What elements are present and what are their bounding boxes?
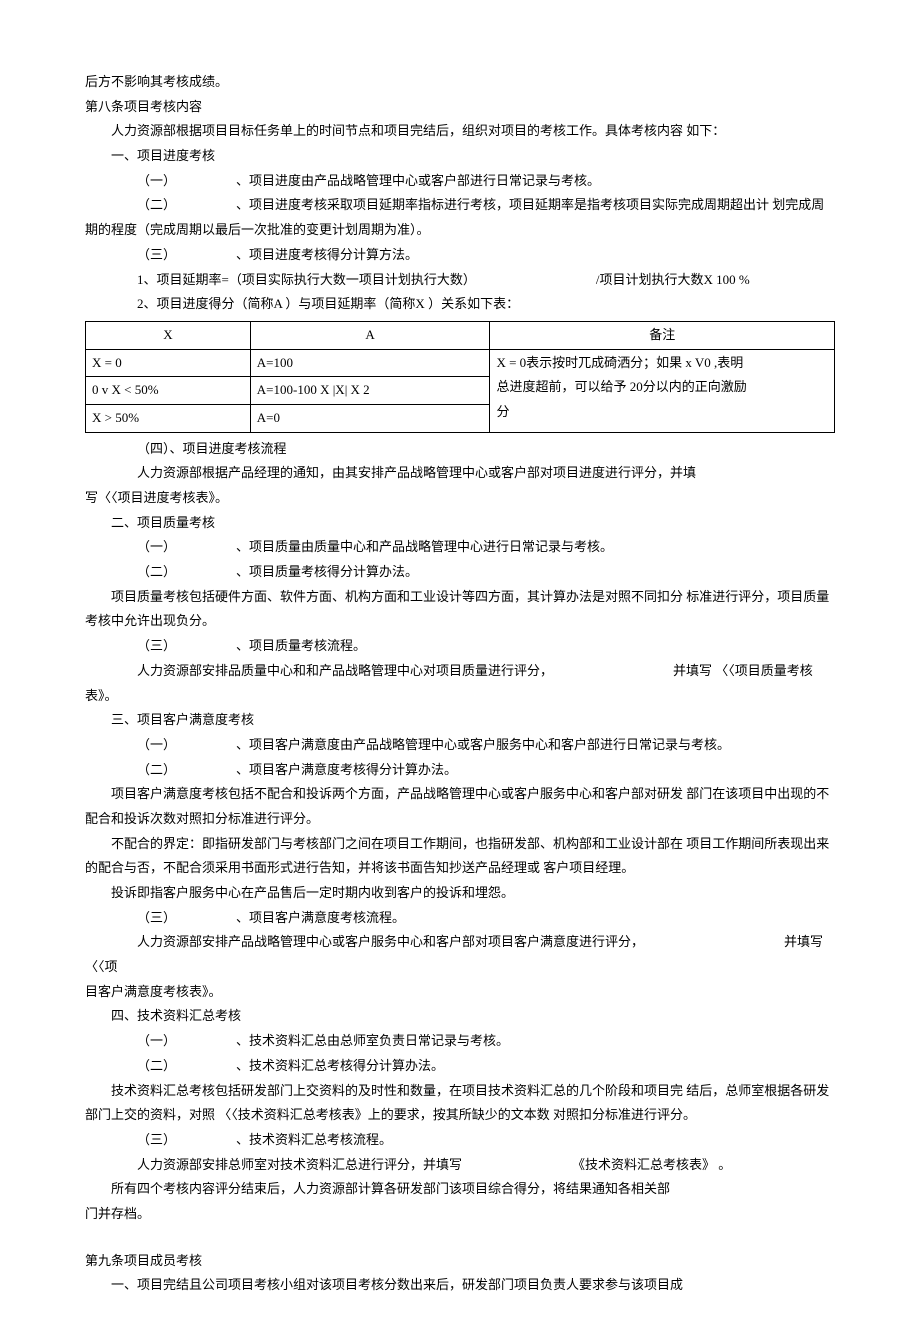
item-num: （三）: [137, 1132, 176, 1147]
list-item: （三） 、项目客户满意度考核流程。: [85, 906, 835, 931]
item-num: （一）: [137, 173, 176, 188]
list-item: 2、项目进度得分（简称A ）与项目延期率（简称X ）关系如下表：: [85, 292, 835, 317]
list-item: （四）、项目进度考核流程: [85, 437, 835, 462]
item-num: （二）: [137, 564, 176, 579]
paragraph: 写〈〈项目进度考核表》。: [85, 486, 835, 511]
item-text: 、项目进度由产品战略管理中心或客户部进行日常记录与考核。: [236, 173, 600, 188]
item-text: 、项目质量考核得分计算办法。: [236, 564, 418, 579]
item-text: 、项目质量考核流程。: [236, 638, 366, 653]
paragraph: 后方不影响其考核成绩。: [85, 70, 835, 95]
heading-section-1: 一、项目进度考核: [85, 144, 835, 169]
paragraph: 人力资源部安排总师室对技术资料汇总进行评分，并填写 《技术资料汇总考核表》 。: [85, 1153, 835, 1178]
text-part: 人力资源部安排品质量中心和和产品战略管理中心对项目质量进行评分，: [137, 663, 553, 678]
list-item: 1、项目延期率=（项目实际执行大数一项目计划执行大数） /项目计划执行大数X 10…: [85, 268, 835, 293]
paragraph: 人力资源部安排产品战略管理中心或客户服务中心和客户部对项目客户满意度进行评分，并…: [85, 930, 835, 979]
table-cell: A=100-100 X |X| X 2: [250, 377, 490, 405]
table-cell: X > 50%: [86, 404, 251, 432]
item-text: 、项目进度考核采取项目延期率指标进行考核，项目延期率是指考核项目实际完成周期超出…: [85, 197, 824, 237]
item-num: （一）: [137, 737, 176, 752]
paragraph: 项目质量考核包括硬件方面、软件方面、机构方面和工业设计等四方面，其计算办法是对照…: [85, 585, 835, 634]
item-text-2: /项目计划执行大数X 100 %: [596, 272, 750, 287]
text-part: 人力资源部安排总师室对技术资料汇总进行评分，并填写: [137, 1157, 462, 1172]
note-line: 分: [496, 400, 828, 425]
paragraph: 项目客户满意度考核包括不配合和投诉两个方面，产品战略管理中心或客户服务中心和客户…: [85, 782, 835, 831]
paragraph: 人力资源部根据项目目标任务单上的时间节点和项目完结后，组织对项目的考核工作。具体…: [85, 119, 835, 144]
heading-section-4: 四、技术资料汇总考核: [85, 1004, 835, 1029]
heading-section-2: 二、项目质量考核: [85, 511, 835, 536]
item-text: 项目进度得分（简称A ）与项目延期率（简称X ）关系如下表：: [157, 296, 520, 311]
item-text: 、项目质量由质量中心和产品战略管理中心进行日常记录与考核。: [236, 539, 613, 554]
item-num: （二）: [137, 1058, 176, 1073]
list-item: （一） 、项目进度由产品战略管理中心或客户部进行日常记录与考核。: [85, 169, 835, 194]
item-num: （三）: [137, 247, 176, 262]
list-item: （三） 、项目质量考核流程。: [85, 634, 835, 659]
score-table: X A 备注 X = 0 A=100 X = 0表示按时兀成碕洒分；如果 x V…: [85, 321, 835, 433]
list-item: （一） 、项目质量由质量中心和产品战略管理中心进行日常记录与考核。: [85, 535, 835, 560]
table-header-row: X A 备注: [86, 321, 835, 349]
paragraph: 技术资料汇总考核包括研发部门上交资料的及时性和数量，在项目技术资料汇总的几个阶段…: [85, 1079, 835, 1128]
item-num: （一）: [137, 1033, 176, 1048]
item-num: （三）: [137, 910, 176, 925]
paragraph: 一、项目完结且公司项目考核小组对该项目考核分数出来后，研发部门项目负责人要求参与…: [85, 1273, 835, 1298]
item-text: 、技术资料汇总由总师室负责日常记录与考核。: [236, 1033, 509, 1048]
item-text: 、项目客户满意度考核流程。: [236, 910, 405, 925]
paragraph: 人力资源部安排品质量中心和和产品战略管理中心对项目质量进行评分，并填写 〈〈项目…: [85, 659, 835, 708]
item-num: （二）: [137, 762, 176, 777]
table-row: X = 0 A=100 X = 0表示按时兀成碕洒分；如果 x V0 ,表明 总…: [86, 349, 835, 377]
paragraph: 目客户满意度考核表》。: [85, 980, 835, 1005]
item-text: 、项目客户满意度考核得分计算办法。: [236, 762, 457, 777]
note-line: 总进度超前，可以给予 20分以内的正向激励: [496, 375, 828, 400]
paragraph: 门并存档。: [85, 1202, 835, 1227]
heading-article-8: 第八条项目考核内容: [85, 95, 835, 120]
list-item: （二） 、技术资料汇总考核得分计算办法。: [85, 1054, 835, 1079]
text-part: 人力资源部安排产品战略管理中心或客户服务中心和客户部对项目客户满意度进行评分，: [137, 934, 644, 949]
heading-article-9: 第九条项目成员考核: [85, 1249, 835, 1274]
text-part: 《技术资料汇总考核表》 。: [572, 1157, 731, 1172]
list-item: （二）、项目进度考核采取项目延期率指标进行考核，项目延期率是指考核项目实际完成周…: [85, 193, 835, 242]
list-item: （二） 、项目质量考核得分计算办法。: [85, 560, 835, 585]
table-cell: 0 v X < 50%: [86, 377, 251, 405]
list-item: （三） 、技术资料汇总考核流程。: [85, 1128, 835, 1153]
table-cell-note: X = 0表示按时兀成碕洒分；如果 x V0 ,表明 总进度超前，可以给予 20…: [490, 349, 835, 432]
item-num: （三）: [137, 638, 176, 653]
item-num: （二）: [137, 197, 176, 212]
table-cell: A=0: [250, 404, 490, 432]
table-header: 备注: [490, 321, 835, 349]
list-item: （一） 、项目客户满意度由产品战略管理中心或客户服务中心和客户部进行日常记录与考核…: [85, 733, 835, 758]
paragraph: 人力资源部根据产品经理的通知，由其安排产品战略管理中心或客户部对项目进度进行评分…: [85, 461, 835, 486]
table-cell: X = 0: [86, 349, 251, 377]
table-header: A: [250, 321, 490, 349]
item-text: 、技术资料汇总考核流程。: [236, 1132, 392, 1147]
item-text: 、项目客户满意度由产品战略管理中心或客户服务中心和客户部进行日常记录与考核。: [236, 737, 730, 752]
item-num: （一）: [137, 539, 176, 554]
item-text: 、技术资料汇总考核得分计算办法。: [236, 1058, 444, 1073]
list-item: （二） 、项目客户满意度考核得分计算办法。: [85, 758, 835, 783]
list-item: （一） 、技术资料汇总由总师室负责日常记录与考核。: [85, 1029, 835, 1054]
list-item: （三） 、项目进度考核得分计算方法。: [85, 243, 835, 268]
paragraph: 投诉即指客户服务中心在产品售后一定时期内收到客户的投诉和埋怨。: [85, 881, 835, 906]
table-cell: A=100: [250, 349, 490, 377]
item-text: 、项目进度考核得分计算方法。: [236, 247, 418, 262]
table-header: X: [86, 321, 251, 349]
heading-section-3: 三、项目客户满意度考核: [85, 708, 835, 733]
paragraph: 所有四个考核内容评分结束后，人力资源部计算各研发部门该项目综合得分，将结果通知各…: [85, 1177, 835, 1202]
item-num: 2、: [137, 296, 157, 311]
item-text: 项目延期率=（项目实际执行大数一项目计划执行大数）: [157, 272, 476, 287]
note-line: X = 0表示按时兀成碕洒分；如果 x V0 ,表明: [496, 351, 828, 376]
paragraph: 不配合的界定：即指研发部门与考核部门之间在项目工作期间，也指研发部、机构部和工业…: [85, 832, 835, 881]
item-num: 1、: [137, 272, 157, 287]
